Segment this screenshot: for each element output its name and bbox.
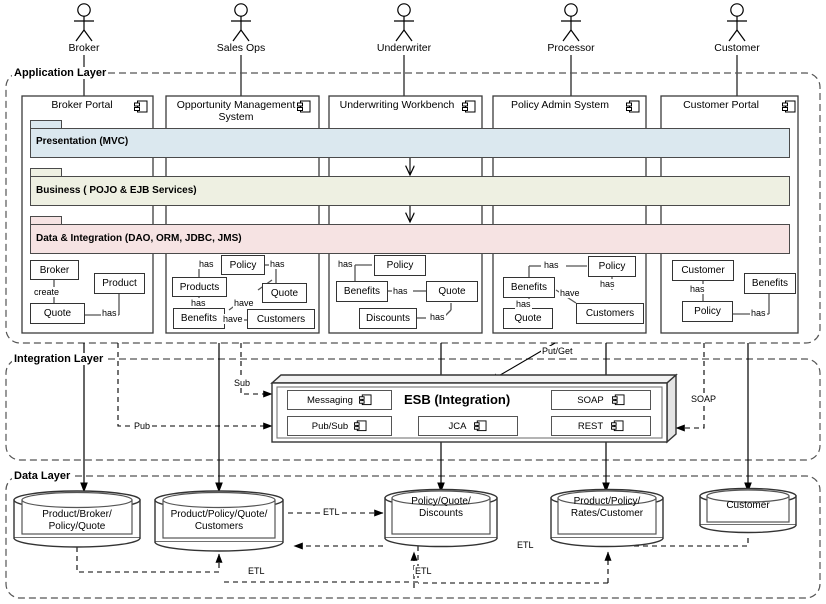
relation-label-uw-has1: has xyxy=(337,259,354,269)
entity-policy-oms: Policy xyxy=(221,255,265,275)
system-title-customer-portal: Customer Portal xyxy=(683,99,759,111)
actor-broker-figure xyxy=(74,3,94,42)
connector-label-pub: Pub xyxy=(133,421,152,431)
esb-service-messaging-label: Messaging xyxy=(307,394,353,406)
system-title-opportunity-mgmt: Opportunity Management System xyxy=(172,99,300,123)
actor-label-broker: Broker xyxy=(68,41,100,54)
entity-policy-pas: Policy xyxy=(588,256,636,277)
esb-service-jca[interactable]: JCA xyxy=(418,416,518,436)
actor-salesops-figure xyxy=(231,3,251,42)
entity-benefits-oms: Benefits xyxy=(173,308,225,329)
entity-product: Product xyxy=(94,273,145,294)
component-icon-rest xyxy=(611,420,624,432)
actor-underwriter-figure xyxy=(394,3,414,42)
component-icon-opportunity-mgmt xyxy=(297,100,311,113)
esb-title: ESB (Integration) xyxy=(404,392,511,407)
component-icon-messaging xyxy=(359,394,372,406)
component-icon-pubsub xyxy=(354,420,367,432)
entity-benefits-uw: Benefits xyxy=(336,281,388,302)
band-label-data-integration: Data & Integration (DAO, ORM, JDBC, JMS) xyxy=(36,233,242,244)
band-tab-presentation xyxy=(30,120,62,128)
esb-service-messaging[interactable]: Messaging xyxy=(287,390,392,410)
band-label-business: Business ( POJO & EJB Services) xyxy=(36,185,197,196)
relation-label-bp-has: has xyxy=(101,308,118,318)
relation-label-uw-has2: has xyxy=(392,286,409,296)
system-title-broker-portal: Broker Portal xyxy=(51,99,113,111)
system-title-policy-admin: Policy Admin System xyxy=(510,99,610,111)
component-icon-broker-portal xyxy=(134,100,148,113)
relation-label-pas-has1: has xyxy=(543,260,560,270)
relation-label-oms-has2: has xyxy=(269,259,286,269)
actor-processor-figure xyxy=(561,3,581,42)
esb-service-pubsub[interactable]: Pub/Sub xyxy=(287,416,392,436)
layer-caption-application: Application Layer xyxy=(12,67,109,79)
relation-label-cp-has2: has xyxy=(750,308,767,318)
system-title-underwriting: Underwriting Workbench xyxy=(339,99,455,111)
actor-connectors xyxy=(83,55,738,96)
relation-label-pas-has3: has xyxy=(515,299,532,309)
entity-policy-cp: Policy xyxy=(682,301,733,322)
db-label-1: Product/Broker/ Policy/Quote xyxy=(42,509,112,532)
db-label-4: Product/Policy/ Rates/Customer xyxy=(570,496,644,519)
actor-label-processor: Processor xyxy=(547,41,595,54)
relation-label-oms-have2: have xyxy=(222,314,244,324)
entity-benefits-pas: Benefits xyxy=(503,277,555,298)
actor-customer-figure xyxy=(727,3,747,42)
band-presentation xyxy=(30,128,790,158)
actor-label-sales-ops: Sales Ops xyxy=(216,41,266,54)
actor-label-underwriter: Underwriter xyxy=(376,41,432,54)
band-tab-data-integration xyxy=(30,216,62,224)
etl-label-2: ETL xyxy=(247,566,266,576)
relation-label-pas-has2: has xyxy=(599,279,616,289)
relation-label-oms-has3: has xyxy=(190,298,207,308)
relation-label-oms-has1: has xyxy=(198,259,215,269)
connector-label-putget: Put/Get xyxy=(541,346,574,356)
entity-policy-uw: Policy xyxy=(374,255,426,276)
esb-service-rest-label: REST xyxy=(577,420,604,432)
entity-customers-oms: Customers xyxy=(247,309,315,329)
system-title-opportunity-mgmt-text: Opportunity Management System xyxy=(176,99,296,123)
entity-quote-uw: Quote xyxy=(426,281,478,302)
db-label-5: Customer xyxy=(726,500,770,511)
entity-customers-pas: Customers xyxy=(576,303,644,324)
component-icon-underwriting xyxy=(462,100,476,113)
component-icon-policy-admin xyxy=(626,100,640,113)
component-icon-customer-portal xyxy=(782,100,796,113)
db-label-2: Product/Policy/Quote/ Customers xyxy=(170,509,268,532)
layer-caption-data: Data Layer xyxy=(12,470,73,482)
connector-label-sub: Sub xyxy=(233,378,252,388)
band-tab-business xyxy=(30,168,62,176)
esb-service-jca-label: JCA xyxy=(448,420,467,432)
actor-figures xyxy=(74,3,747,42)
etl-label-3: ETL xyxy=(414,566,433,576)
esb-service-soap[interactable]: SOAP xyxy=(551,390,651,410)
entity-products-oms: Products xyxy=(172,277,227,297)
connector-label-soap: SOAP xyxy=(690,394,718,404)
esb-service-rest[interactable]: REST xyxy=(551,416,651,436)
architecture-diagram: Broker Sales Ops Underwriter Processor C… xyxy=(0,0,826,604)
band-label-presentation: Presentation (MVC) xyxy=(36,136,129,147)
layer-caption-integration: Integration Layer xyxy=(12,353,106,365)
esb-service-soap-label: SOAP xyxy=(577,394,604,406)
relation-label-uw-has3: has xyxy=(429,312,446,322)
relation-label-pas-have: have xyxy=(559,288,581,298)
entity-quote-bp: Quote xyxy=(30,303,85,324)
entity-discounts-uw: Discounts xyxy=(359,308,417,329)
db-label-3: Policy/Quote/ Discounts xyxy=(411,496,471,519)
entity-quote-pas: Quote xyxy=(503,308,553,329)
relation-label-oms-have1: have xyxy=(233,298,255,308)
entity-quote-oms: Quote xyxy=(262,283,307,303)
component-icon-jca xyxy=(474,420,487,432)
etl-label-1: ETL xyxy=(322,507,341,517)
etl-label-4: ETL xyxy=(516,540,535,550)
relation-label-create: create xyxy=(33,287,61,297)
esb-service-pubsub-label: Pub/Sub xyxy=(311,420,349,432)
relation-label-cp-has1: has xyxy=(689,284,706,294)
actor-label-customer: Customer xyxy=(714,41,760,54)
entity-broker: Broker xyxy=(30,260,79,280)
component-icon-soap xyxy=(611,394,625,406)
entity-benefits-cp: Benefits xyxy=(744,273,796,294)
entity-customer-cp: Customer xyxy=(672,260,734,281)
